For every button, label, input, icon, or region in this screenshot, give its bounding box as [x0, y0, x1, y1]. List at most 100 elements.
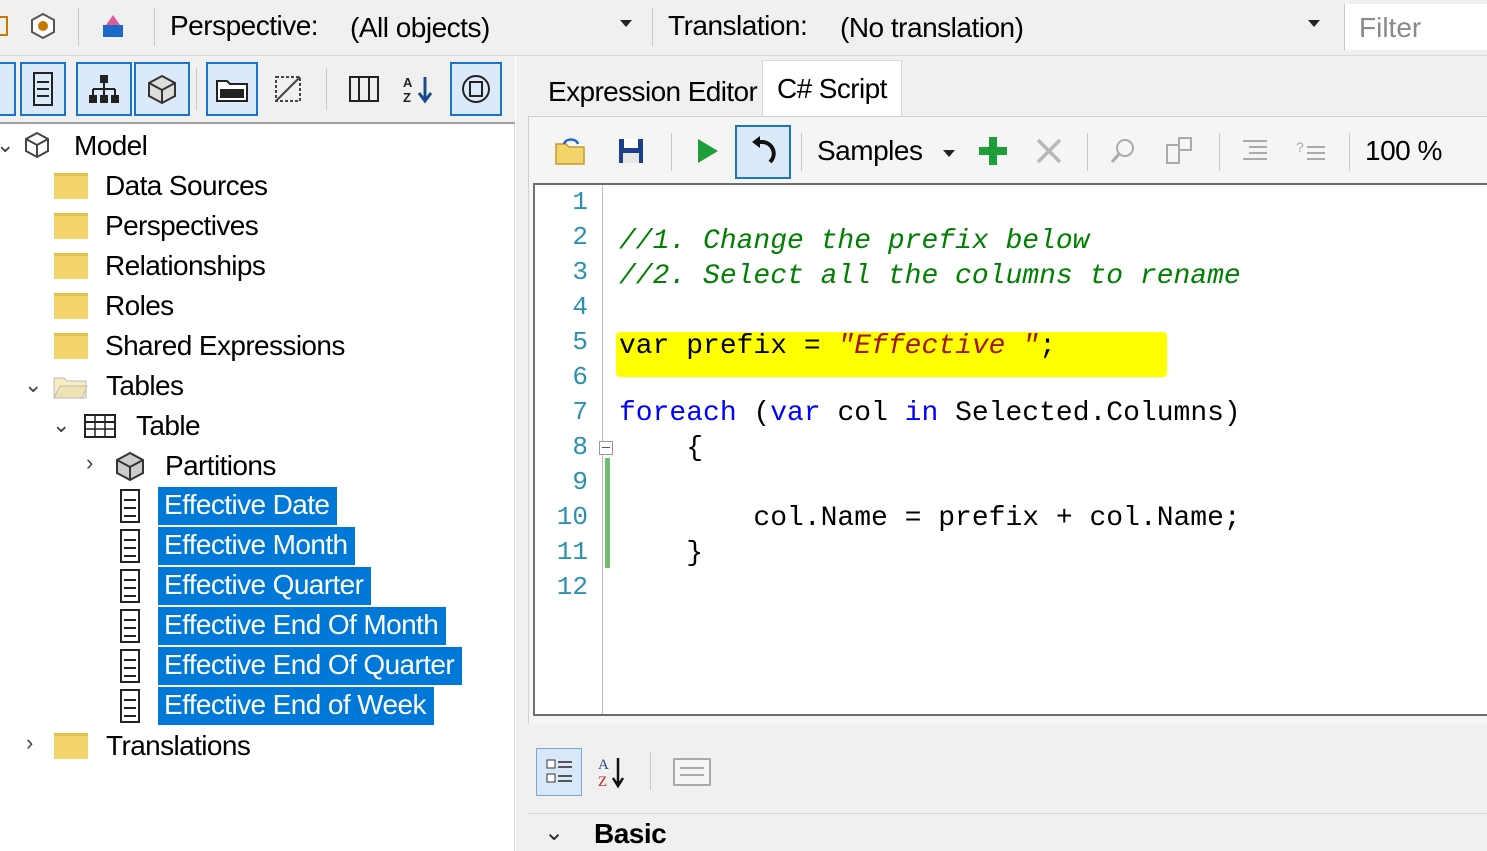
folder-icon [54, 733, 88, 759]
tab-csharp-script[interactable]: C# Script [762, 60, 902, 118]
code-line-3: //2. Select all the columns to rename [619, 259, 1241, 294]
tree-item-column[interactable]: Effective Month [120, 526, 356, 566]
sort-az-icon[interactable]: AZ [392, 62, 444, 116]
tom-explorer-panel: AZ ⌄ Model Data Sources Perspectives Rel… [0, 56, 515, 851]
toolbar-separator [78, 8, 79, 46]
code-text: ; [1039, 331, 1056, 362]
property-category-basic[interactable]: ⌄ Basic [528, 813, 1487, 851]
partitions-icon [116, 451, 144, 482]
tree-item-column[interactable]: Effective End Of Month [120, 606, 447, 646]
chevron-down-icon[interactable]: ⌄ [0, 132, 14, 158]
tree-item-column[interactable]: Effective End Of Quarter [120, 646, 463, 686]
code-editor[interactable]: 1 2 3 4 5 6 7 8 9 10 11 12 //1. Change t… [533, 183, 1487, 716]
samples-dropdown-icon[interactable] [943, 150, 955, 157]
perspective-dropdown-icon[interactable] [620, 20, 632, 27]
partitions-icon[interactable] [134, 62, 190, 116]
open-folder-icon [53, 377, 88, 399]
tree-label-column: Effective End Of Month [158, 607, 447, 645]
tree-item-column[interactable]: Effective Quarter [120, 566, 372, 606]
hierarchy-icon[interactable] [76, 62, 132, 116]
tree-item-column[interactable]: Effective Date [120, 486, 339, 526]
tree-label-shared-expressions: Shared Expressions [105, 330, 345, 361]
code-text: } [619, 538, 704, 569]
change-marker [605, 458, 610, 568]
toolbar-separator [1349, 133, 1350, 171]
comment-icon[interactable]: ? [1289, 129, 1333, 173]
tree-item-shared-expressions[interactable]: Shared Expressions [54, 326, 345, 366]
line-number-gutter: 1 2 3 4 5 6 7 8 9 10 11 12 [535, 185, 603, 714]
toolbar-separator [801, 133, 802, 171]
chevron-down-icon[interactable]: ⌄ [52, 412, 70, 438]
tree-item-perspectives[interactable]: Perspectives [54, 206, 259, 246]
run-icon[interactable] [687, 129, 727, 173]
code-text: ( [736, 398, 771, 429]
column-icon [120, 569, 140, 603]
hidden-objects-icon[interactable] [262, 62, 314, 116]
format-icon[interactable] [1233, 129, 1277, 173]
folder-icon [54, 293, 88, 319]
code-keyword: in [904, 398, 939, 429]
open-file-icon[interactable] [551, 129, 591, 173]
script-icon[interactable] [26, 8, 60, 44]
line-number: 1 [572, 187, 588, 217]
fold-collapse-icon[interactable] [599, 441, 613, 455]
sort-az-icon[interactable]: AZ [590, 748, 632, 796]
line-number: 2 [572, 222, 588, 252]
code-line-8: { [619, 431, 703, 466]
svg-text:A: A [598, 757, 609, 773]
find-icon[interactable] [1101, 129, 1145, 173]
code-comment: //2. Select all the columns to rename [619, 261, 1241, 292]
table-icon [84, 414, 116, 438]
columns-view-icon[interactable] [338, 62, 390, 116]
tree-item-roles[interactable]: Roles [54, 286, 174, 326]
tab-expression-editor[interactable]: Expression Editor [534, 64, 771, 118]
toolbar-separator [326, 68, 327, 110]
replace-icon[interactable] [1157, 129, 1201, 173]
chevron-down-icon[interactable]: ⌄ [544, 818, 564, 847]
toolbar-separator [652, 8, 653, 46]
translation-select[interactable]: (No translation) [840, 12, 1024, 44]
tree-label-data-sources: Data Sources [105, 170, 268, 201]
tree-label-roles: Roles [105, 290, 174, 321]
code-keyword: var [770, 398, 821, 429]
svg-text:?: ? [1296, 139, 1304, 155]
chevron-right-icon[interactable]: › [86, 450, 93, 476]
categorized-icon[interactable] [536, 748, 582, 796]
show-column-icon-button[interactable] [20, 62, 66, 116]
tree-item-data-sources[interactable]: Data Sources [54, 166, 268, 206]
column-icon [120, 529, 140, 563]
tree-item-column[interactable]: Effective End of Week [120, 686, 434, 726]
line-number: 5 [572, 327, 588, 357]
line-number: 12 [556, 572, 588, 602]
property-pages-icon[interactable] [664, 748, 720, 796]
tree-label-partitions: Partitions [165, 450, 276, 481]
delete-icon[interactable] [1027, 129, 1071, 173]
tree-item-relationships[interactable]: Relationships [54, 246, 266, 286]
toolbar-cut-icon[interactable] [0, 8, 16, 44]
line-number: 8 [572, 432, 588, 462]
display-folders-icon[interactable] [206, 62, 258, 116]
code-keyword: var [619, 331, 670, 362]
category-label: Basic [594, 818, 667, 849]
column-icon [120, 649, 140, 683]
add-icon[interactable] [971, 129, 1015, 173]
tree-label-translations: Translations [106, 730, 251, 761]
code-line-10: col.Name = prefix + col.Name; [619, 501, 1240, 536]
chevron-right-icon[interactable]: › [26, 730, 33, 756]
code-text: col [820, 398, 905, 429]
filter-input[interactable]: Filter [1344, 4, 1487, 50]
zoom-level[interactable]: 100 % [1365, 135, 1442, 167]
svg-text:A: A [403, 75, 413, 90]
save-icon[interactable] [611, 129, 651, 173]
undo-icon[interactable] [735, 125, 791, 179]
code-comment: //1. Change the prefix below [619, 226, 1090, 257]
samples-dropdown[interactable]: Samples [817, 135, 923, 167]
info-columns-icon[interactable] [450, 62, 502, 116]
translation-dropdown-icon[interactable] [1308, 20, 1320, 27]
perspective-select[interactable]: (All objects) [350, 12, 490, 44]
show-columns-button[interactable] [0, 62, 16, 116]
line-number: 6 [572, 362, 588, 392]
deploy-icon[interactable] [96, 8, 130, 44]
chevron-down-icon[interactable]: ⌄ [24, 372, 42, 398]
tree-label-column: Effective End of Week [158, 687, 434, 725]
